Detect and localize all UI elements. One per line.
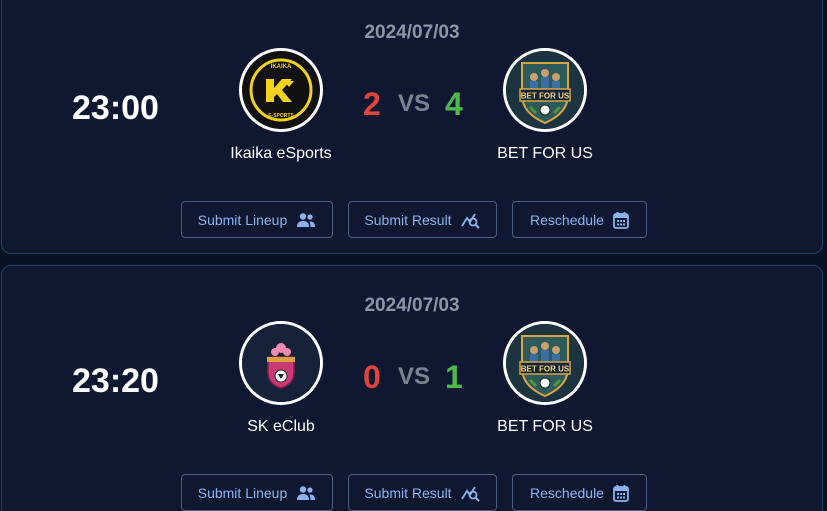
away-team: BET FOR US BET FOR US [445,48,645,163]
svg-text:IKAIKA: IKAIKA [271,64,292,70]
reschedule-button[interactable]: Reschedule [512,474,647,511]
away-team-name: BET FOR US [497,145,593,162]
match-time: 23:20 [72,362,159,400]
vs-label: VS [398,363,431,390]
home-team-name: SK eClub [247,418,315,435]
bet-for-us-logo: BET FOR US [503,321,587,405]
submit-lineup-button[interactable]: Submit Lineup [181,201,333,238]
submit-result-label: Submit Result [364,484,452,501]
match-card: 2024/07/03 23:00 IKAIKA E-SPORTS Ikaika … [1,0,823,254]
away-team-name: BET FOR US [497,418,593,435]
submit-lineup-label: Submit Lineup [197,484,288,501]
svg-text:BET FOR US: BET FOR US [521,92,570,101]
bet-for-us-logo: BET FOR US [503,48,587,132]
reschedule-button[interactable]: Reschedule [512,201,647,238]
reschedule-label: Reschedule [530,484,604,501]
submit-result-button[interactable]: Submit Result [348,201,497,238]
users-icon [296,212,316,228]
match-card: 2024/07/03 23:20 SK eClub 0 VS 1 BET FOR… [1,265,823,511]
svg-text:BET FOR US: BET FOR US [521,365,570,374]
chart-search-icon [460,484,481,502]
match-date: 2024/07/03 [364,22,460,43]
calendar-icon [613,484,629,502]
svg-text:E-SPORTS: E-SPORTS [268,113,294,119]
submit-result-label: Submit Result [364,211,452,228]
calendar-icon [613,211,629,229]
match-list: 2024/07/03 23:00 IKAIKA E-SPORTS Ikaika … [0,0,827,511]
submit-lineup-label: Submit Lineup [197,211,288,228]
chart-search-icon [460,211,481,229]
home-team-name: Ikaika eSports [230,145,332,162]
home-score: 0 [363,359,381,395]
home-team: IKAIKA E-SPORTS Ikaika eSports [181,48,381,163]
away-team: BET FOR US BET FOR US [445,321,645,436]
match-time: 23:00 [72,89,159,127]
submit-result-button[interactable]: Submit Result [348,474,497,511]
reschedule-label: Reschedule [530,211,604,228]
home-score: 2 [363,86,381,122]
submit-lineup-button[interactable]: Submit Lineup [181,474,333,511]
home-team: SK eClub [181,321,381,436]
sk-eclub-logo [239,321,323,405]
match-date: 2024/07/03 [364,295,460,316]
users-icon [296,485,316,501]
vs-label: VS [398,90,431,117]
ikaika-esports-logo: IKAIKA E-SPORTS [239,48,323,132]
